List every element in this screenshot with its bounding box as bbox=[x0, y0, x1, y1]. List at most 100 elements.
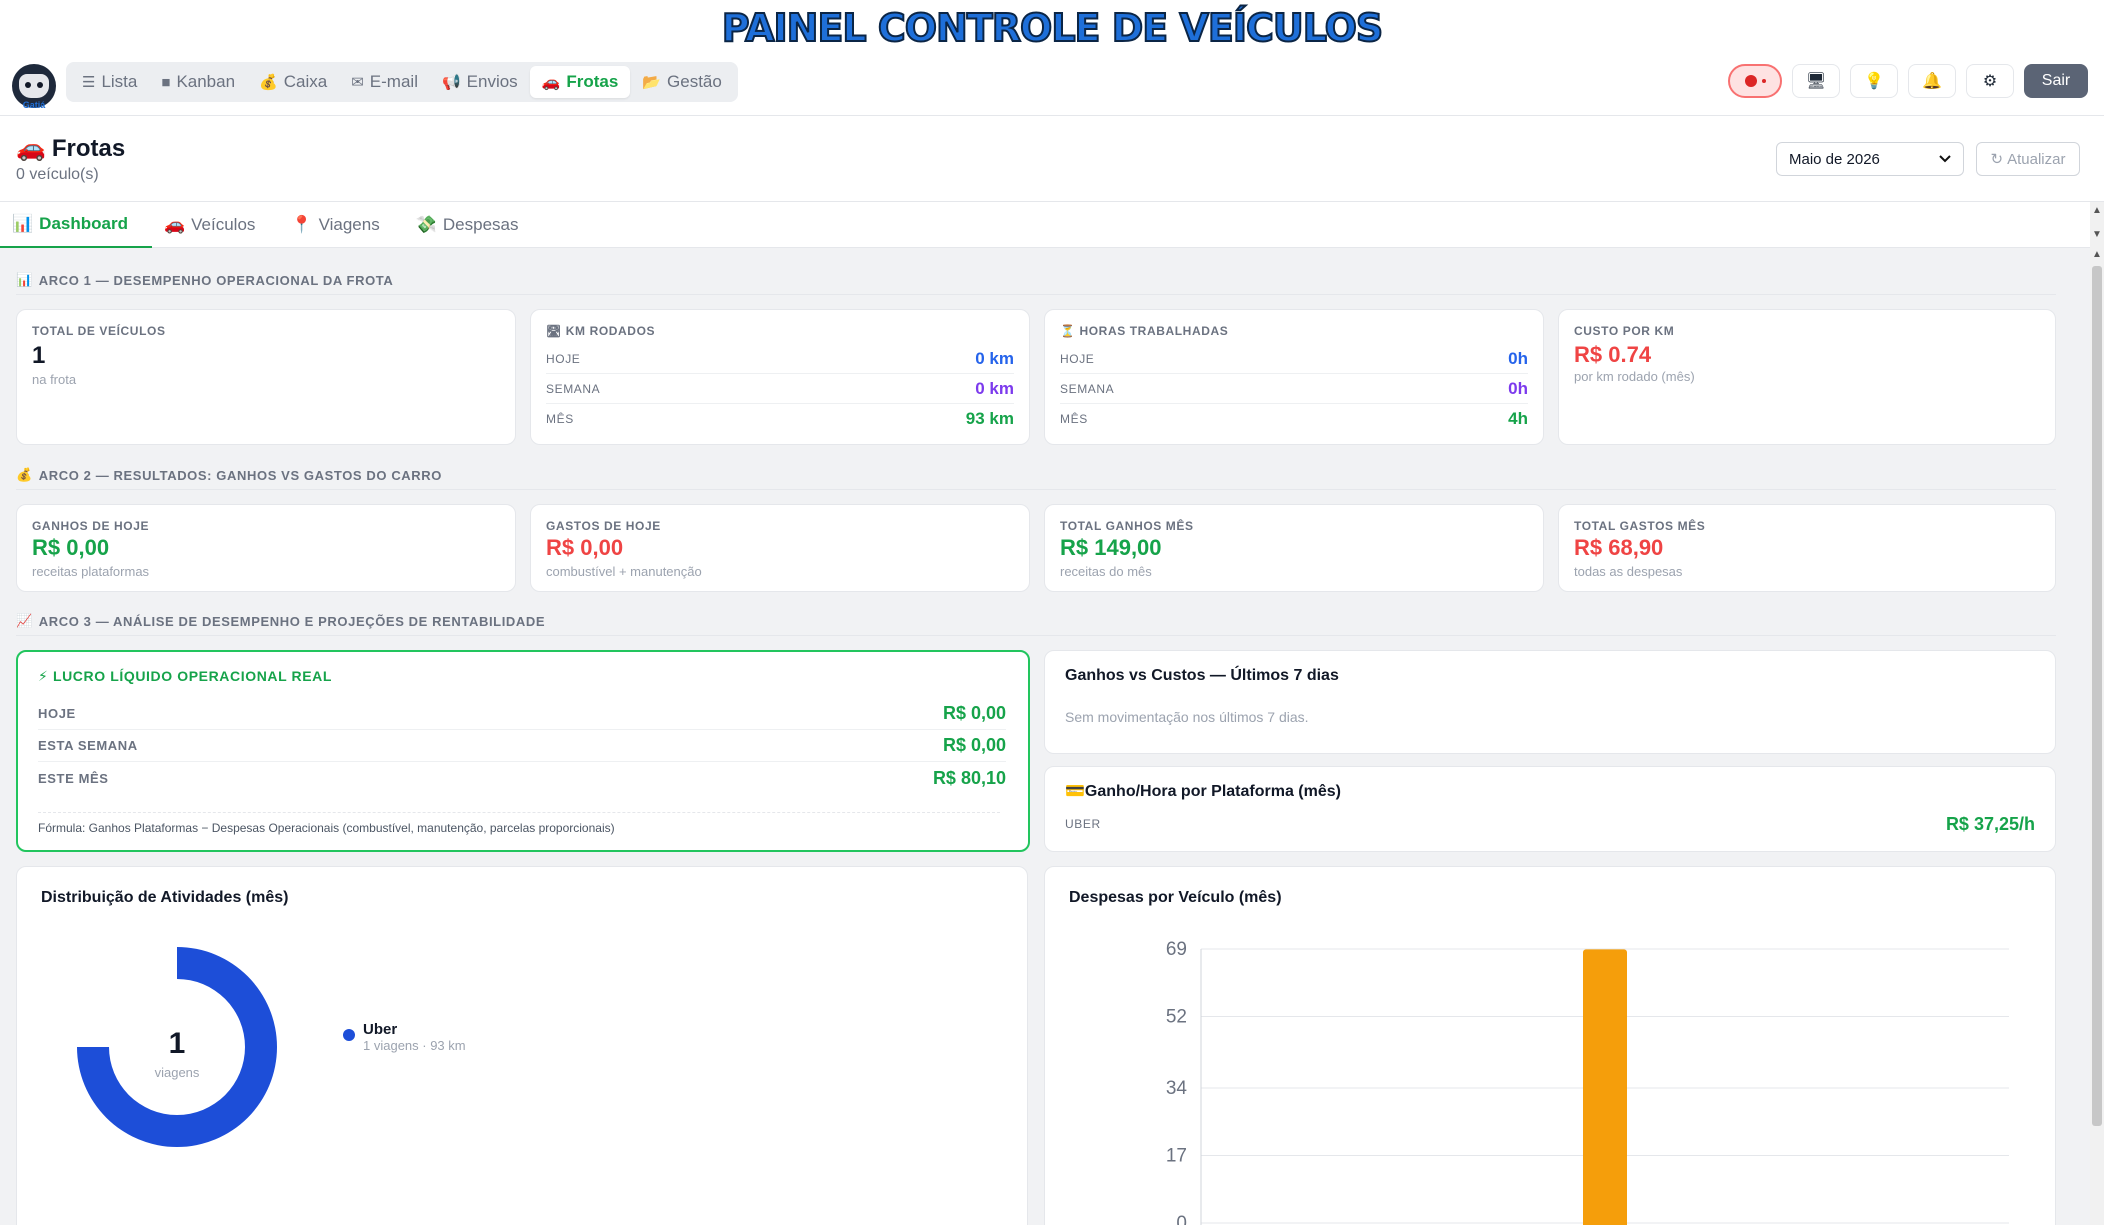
monitor-icon: 🖥 bbox=[1805, 73, 1827, 90]
card-label: TOTAL GASTOS MÊS bbox=[1574, 519, 1706, 533]
app-logo[interactable]: Gatiá bbox=[12, 64, 56, 110]
y-tick-label: 17 bbox=[1166, 1145, 1187, 1166]
megaphone-icon: 📢 bbox=[441, 74, 461, 91]
chart-icon: 📊 bbox=[16, 272, 33, 287]
row-label: HOJE bbox=[1060, 351, 1095, 366]
app-banner: PAINEL CONTROLE DE VEÍCULOS bbox=[0, 0, 2104, 56]
logo-text: Gatiá bbox=[22, 100, 46, 110]
card-label: GANHOS DE HOJE bbox=[32, 519, 150, 533]
bar-vehicle[interactable] bbox=[1583, 949, 1627, 1225]
hours-card: ⏳ HORAS TRABALHADAS HOJE 0h SEMANA 0h MÊS 4… bbox=[1044, 309, 1544, 445]
card-sub: receitas do mês bbox=[1060, 564, 1152, 579]
logout-button[interactable]: Sair bbox=[2024, 64, 2088, 98]
section-title-arco2: 💰 ARCO 2 — RESULTADOS: GANHOS VS GASTOS … bbox=[16, 467, 442, 483]
row-label: HOJE bbox=[546, 351, 581, 366]
month-select[interactable]: Maio de 2026 bbox=[1776, 142, 1964, 176]
page-title-text: Frotas bbox=[51, 134, 126, 162]
scroll-down-icon[interactable]: ▼ bbox=[2090, 228, 2104, 242]
section-title-text: ARCO 1 — DESEMPENHO OPERACIONAL DA FROTA bbox=[38, 272, 394, 288]
scrollbar-thumb[interactable] bbox=[2092, 266, 2102, 1126]
refresh-icon: ↻ bbox=[1990, 151, 2004, 168]
nav-item-caixa[interactable]: 💰 Caixa bbox=[247, 66, 339, 98]
nav-label: Envios bbox=[466, 72, 518, 91]
total-expenses-month-card: TOTAL GASTOS MÊS R$ 68,90 todas as despe… bbox=[1558, 504, 2056, 592]
y-tick-label: 0 bbox=[1176, 1213, 1187, 1225]
row-value: 4h bbox=[1508, 409, 1528, 428]
card-sub: todas as despesas bbox=[1574, 564, 1683, 579]
y-tick-label: 52 bbox=[1166, 1007, 1187, 1028]
nav-item-email[interactable]: ✉ E-mail bbox=[339, 66, 430, 98]
hourglass-icon: ⏳ bbox=[1060, 324, 1076, 338]
platform-row-uber: UBER R$ 37,25/h bbox=[1065, 809, 2035, 839]
notifications-button[interactable]: 🔔 bbox=[1908, 64, 1956, 98]
tab-veiculos[interactable]: 🚗 Veículos bbox=[152, 202, 279, 248]
total-vehicles-card: TOTAL DE VEÍCULOS 1 na frota bbox=[16, 309, 516, 445]
section-title-arco3: 📈 ARCO 3 — ANÁLISE DE DESEMPENHO E PROJE… bbox=[16, 613, 545, 629]
profit-row-semana: ESTA SEMANA R$ 0,00 bbox=[38, 730, 1006, 762]
page-header: 🚗 Frotas 0 veículo(s) Maio de 2026 ↻ Atu… bbox=[0, 116, 2104, 202]
list-icon: ☰ bbox=[82, 74, 96, 91]
section-title-text: ARCO 2 — RESULTADOS: GANHOS VS GASTOS DO… bbox=[38, 467, 442, 483]
tips-button[interactable]: 💡 bbox=[1850, 64, 1898, 98]
profit-formula: Fórmula: Ganhos Plataformas − Despesas O… bbox=[38, 812, 1000, 835]
section-divider bbox=[16, 489, 2056, 490]
card-label-text: HORAS TRABALHADAS bbox=[1079, 324, 1229, 338]
record-toggle[interactable] bbox=[1728, 64, 1782, 98]
nav-item-envios[interactable]: 📢 Envios bbox=[430, 66, 530, 98]
card-sub: por km rodado (mês) bbox=[1574, 369, 1695, 384]
page-title: 🚗 Frotas bbox=[16, 134, 125, 163]
row-value: 0 km bbox=[975, 378, 1014, 398]
row-label: ESTE MÊS bbox=[38, 770, 109, 786]
row-value: 93 km bbox=[965, 409, 1014, 428]
money-bag-icon: 💰 bbox=[259, 74, 278, 91]
scroll-up-icon[interactable]: ▲ bbox=[2090, 248, 2104, 262]
profit-row-hoje: HOJE R$ 0,00 bbox=[38, 698, 1006, 730]
row-label: HOJE bbox=[38, 706, 76, 721]
row-value: 0h bbox=[1508, 378, 1528, 398]
chart-icon: 📊 bbox=[12, 214, 34, 233]
net-profit-card: ⚡ LUCRO LÍQUIDO OPERACIONAL REAL HOJE R$ … bbox=[16, 650, 1030, 852]
nav-item-lista[interactable]: ☰ Lista bbox=[70, 66, 149, 98]
tab-dashboard[interactable]: 📊 Dashboard bbox=[0, 202, 152, 248]
card-label: ⏳ HORAS TRABALHADAS bbox=[1060, 324, 1228, 338]
settings-button[interactable]: ⚙ bbox=[1966, 64, 2014, 98]
top-bar: Gatiá ☰ Lista ■ Kanban 💰 Caixa ✉ E-mail 📢 Env… bbox=[0, 56, 2104, 116]
nav-item-kanban[interactable]: ■ Kanban bbox=[149, 66, 247, 98]
section-title-text: ARCO 3 — ANÁLISE DE DESEMPENHO E PROJEÇÕ… bbox=[38, 613, 546, 629]
card-label: TOTAL DE VEÍCULOS bbox=[32, 324, 166, 338]
earnings-vs-costs-card: Ganhos vs Custos — Últimos 7 dias Sem mo… bbox=[1044, 650, 2056, 754]
main-nav: ☰ Lista ■ Kanban 💰 Caixa ✉ E-mail 📢 Envios 🚗 F… bbox=[66, 62, 738, 102]
card-label-text: KM RODADOS bbox=[565, 324, 656, 338]
nav-item-gestao[interactable]: 📂 Gestão bbox=[630, 66, 734, 98]
cost-per-km-card: CUSTO POR KM R$ 0.74 por km rodado (mês) bbox=[1558, 309, 2056, 445]
car-icon: 🚗 bbox=[163, 215, 186, 234]
tab-label: Despesas bbox=[442, 215, 519, 234]
platform-rate: R$ 37,25/h bbox=[1945, 813, 2035, 834]
vertical-scrollbar[interactable]: ▲ ▼ ▲ bbox=[2090, 202, 2104, 1225]
donut-center-value: 1 bbox=[169, 1027, 186, 1060]
donut-chart: 1 viagens bbox=[77, 947, 277, 1147]
record-icon bbox=[1744, 75, 1757, 87]
scroll-up-icon[interactable]: ▲ bbox=[2090, 204, 2104, 218]
credit-card-icon: 💳 bbox=[1065, 783, 1085, 800]
refresh-button[interactable]: ↻ Atualizar bbox=[1976, 142, 2080, 176]
total-earnings-month-card: TOTAL GANHOS MÊS R$ 149,00 receitas do m… bbox=[1044, 504, 1544, 592]
tab-viagens[interactable]: 📍 Viagens bbox=[279, 202, 403, 248]
monitor-button[interactable]: 🖥 bbox=[1792, 64, 1840, 98]
platform-name: UBER bbox=[1065, 817, 1101, 831]
km-row-mes: MÊS 93 km bbox=[546, 404, 1014, 434]
nav-label: Frotas bbox=[566, 72, 619, 91]
earnings-today-card: GANHOS DE HOJE R$ 0,00 receitas platafor… bbox=[16, 504, 516, 592]
gear-icon: ⚙ bbox=[1982, 73, 1998, 90]
expenses-today-value: R$ 0,00 bbox=[546, 535, 624, 560]
earnings-today-value: R$ 0,00 bbox=[32, 535, 110, 560]
nav-item-frotas[interactable]: 🚗 Frotas bbox=[529, 66, 631, 98]
legend-name: Uber bbox=[363, 1021, 398, 1038]
nav-label: Caixa bbox=[283, 72, 328, 91]
section-title-arco1: 📊 ARCO 1 — DESEMPENHO OPERACIONAL DA FRO… bbox=[16, 272, 393, 288]
row-value: 0h bbox=[1508, 348, 1528, 368]
tab-despesas[interactable]: 💸 Despesas bbox=[404, 202, 543, 248]
legend-item-uber: Uber 1 viagens · 93 km bbox=[343, 1021, 466, 1053]
money-wings-icon: 💸 bbox=[415, 215, 437, 234]
row-value: R$ 0,00 bbox=[942, 703, 1006, 723]
